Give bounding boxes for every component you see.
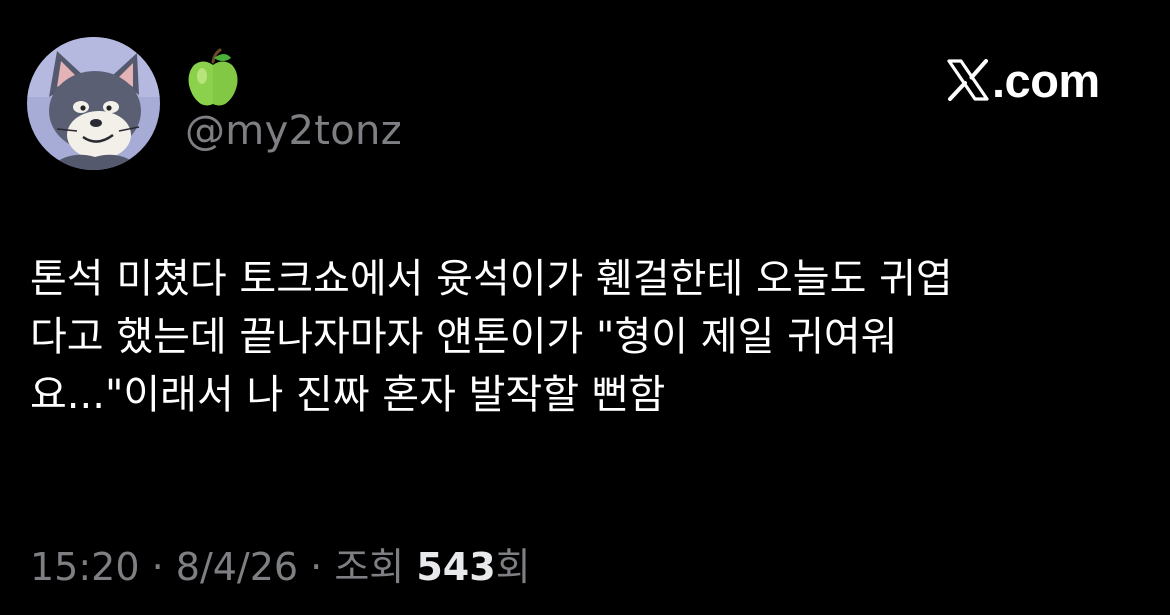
green-apple-emoji-icon: [188, 48, 238, 106]
x-logo-icon: [947, 59, 989, 101]
views-suffix: 회: [495, 545, 531, 589]
tweet-text: 톤석 미쳤다 토크쇼에서 윳석이가 휀걸한테 오늘도 귀엽 다고 했는데 끝나자…: [30, 250, 1140, 424]
tweet-text-line: 다고 했는데 끝나자마자 얜톤이가 "형이 제일 귀여워: [30, 314, 898, 360]
views-prefix: 조회: [334, 545, 417, 589]
x-brand-watermark: .com: [946, 52, 1100, 108]
tweet-text-line: 톤석 미쳤다 토크쇼에서 윳석이가 휀걸한테 오늘도 귀엽: [30, 256, 953, 302]
tweet-time[interactable]: 15:20: [30, 545, 140, 589]
avatar[interactable]: [27, 37, 160, 170]
meta-separator: ·: [139, 545, 176, 589]
author-handle[interactable]: @my2tonz: [185, 107, 402, 155]
tweet-date[interactable]: 8/4/26: [176, 545, 298, 589]
views-count[interactable]: 543: [416, 545, 495, 589]
tweet-meta: 15:20 · 8/4/26 · 조회 543회: [30, 542, 531, 592]
meta-separator: ·: [298, 545, 335, 589]
cartoon-cat-avatar-icon: [27, 37, 160, 170]
brand-domain: .com: [992, 53, 1100, 107]
tweet-card: @my2tonz .com 톤석 미쳤다 토크쇼에서 윳석이가 휀걸한테 오늘도…: [0, 0, 1170, 615]
tweet-text-line: 요..."이래서 나 진짜 혼자 발작할 뻔함: [30, 372, 666, 418]
